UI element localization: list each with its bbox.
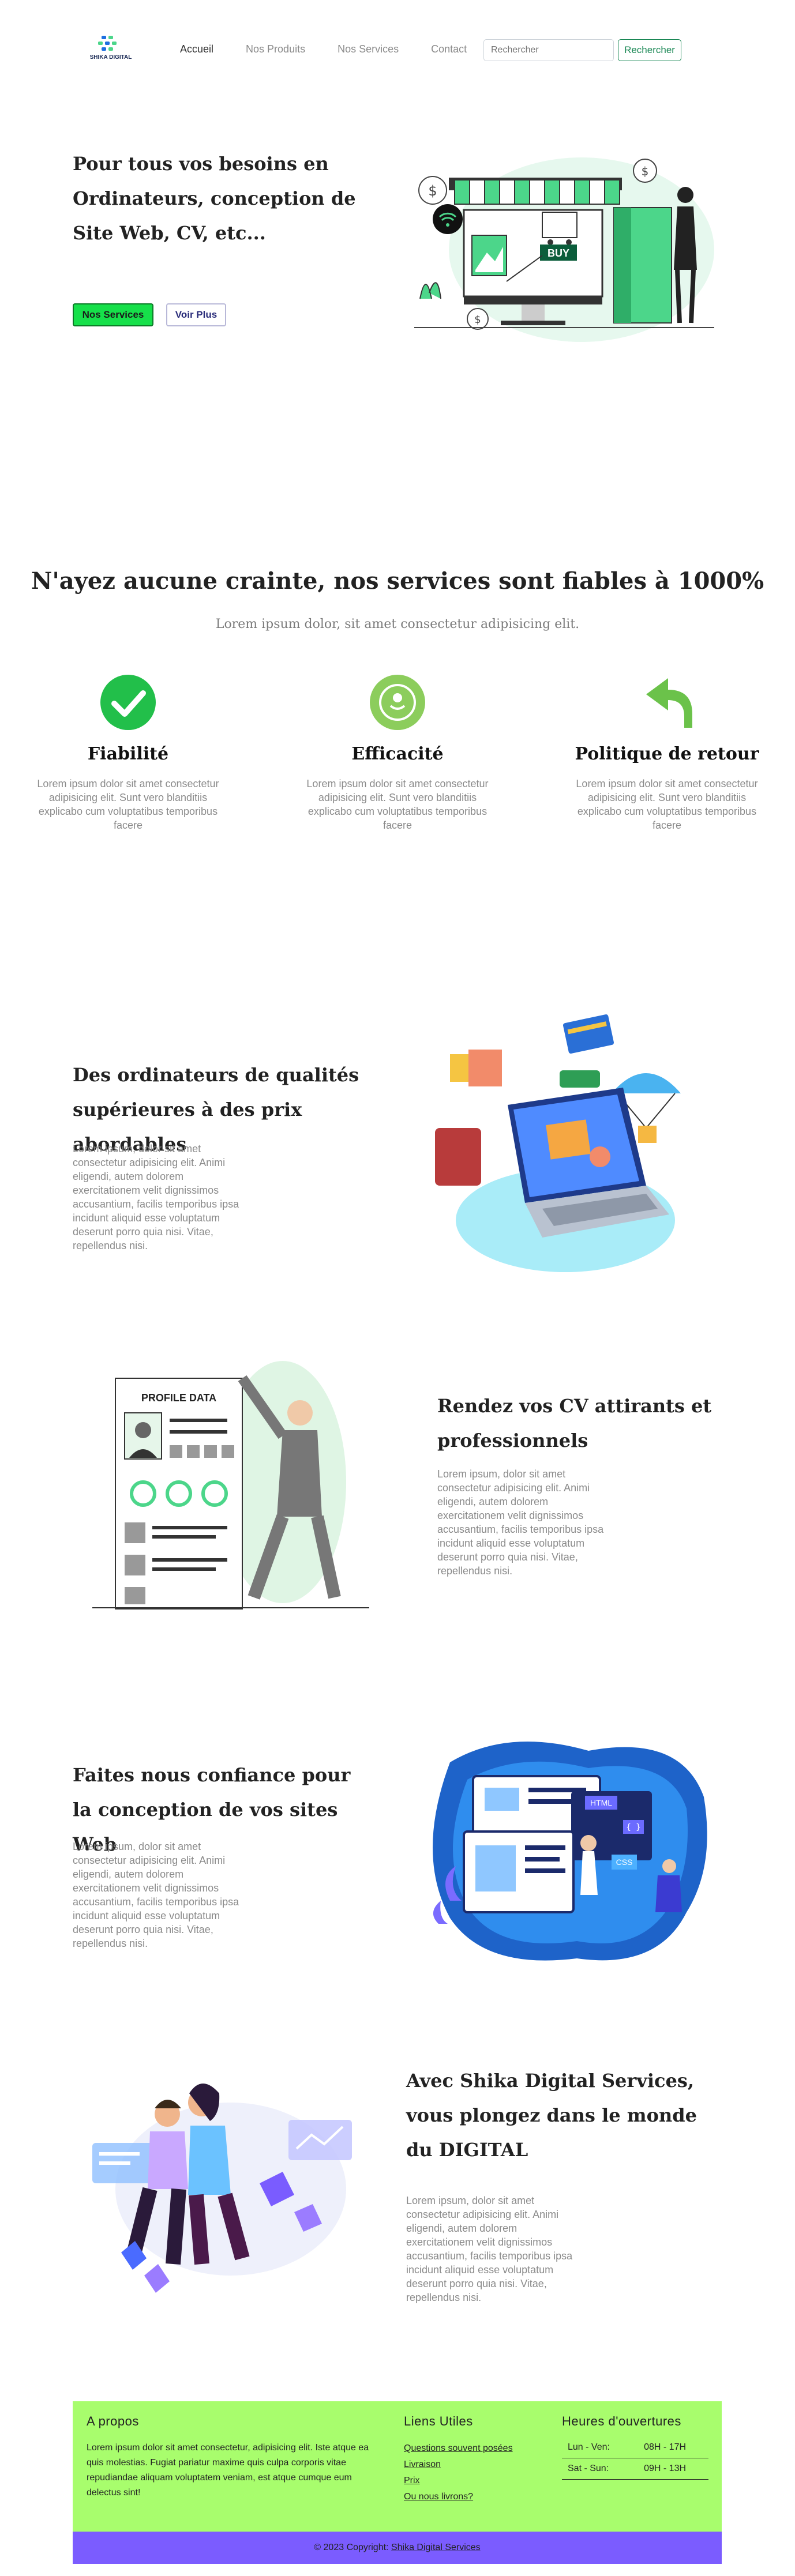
html-label: HTML: [590, 1798, 612, 1807]
table-row: Sat - Sun: 09H - 13H: [562, 2458, 708, 2480]
opening-hours-table: Lun - Ven: 08H - 17H Sat - Sun: 09H - 13…: [562, 2437, 708, 2480]
cv-profile-illustration: PROFILE DATA: [92, 1361, 369, 1609]
svg-text:$: $: [428, 183, 437, 199]
hero-shop-illustration: $ $ BUY $: [414, 157, 714, 342]
hours-day: Lun - Ven:: [562, 2437, 631, 2458]
navbar: SHIKA DIGITAL Accueil Nos Produits Nos S…: [0, 0, 795, 101]
footer-link-price[interactable]: Prix: [404, 2473, 513, 2489]
logo-text: SHIKA DIGITAL: [90, 54, 132, 61]
buy-sign: BUY: [548, 247, 569, 259]
search-input[interactable]: [483, 39, 614, 61]
section-computers-text: Lorem ipsum, dolor sit amet consectetur …: [73, 1143, 239, 1251]
footer-hours-title: Heures d'ouvertures: [562, 2414, 681, 2428]
section-cv-title: Rendez vos CV attirants et professionnel…: [437, 1395, 712, 1451]
nav-link-accueil[interactable]: Accueil: [180, 43, 213, 55]
laptop-shopping-illustration: [435, 1014, 681, 1272]
feature-efficiency: Efficacité Lorem ipsum dolor sit amet co…: [305, 674, 490, 832]
svg-text:$: $: [474, 314, 481, 326]
feature-title: Fiabilité: [87, 744, 169, 764]
feature-return-policy: Politique de retour Lorem ipsum dolor si…: [575, 674, 759, 832]
search-button[interactable]: Rechercher: [618, 39, 681, 61]
feature-text: Lorem ipsum dolor sit amet consectetur a…: [37, 778, 219, 831]
web-design-illustration: HTML { } CSS: [433, 1742, 707, 1961]
braces-label: { }: [626, 1823, 640, 1832]
feature-title: Efficacité: [351, 744, 444, 764]
footer-link-faq[interactable]: Questions souvent posées: [404, 2440, 513, 2457]
hours-time: 09H - 13H: [630, 2458, 708, 2480]
footer: A propos Lorem ipsum dolor sit amet cons…: [73, 2401, 722, 2532]
footer-link-where[interactable]: Ou nous livrons?: [404, 2489, 513, 2505]
nav-links: Accueil Nos Produits Nos Services Contac…: [180, 43, 499, 55]
feature-title: Politique de retour: [575, 744, 759, 764]
copyright-text: © 2023 Copyright:: [314, 2543, 389, 2552]
footer-links: Questions souvent posées Livraison Prix …: [404, 2440, 513, 2505]
hours-time: 08H - 17H: [630, 2437, 708, 2458]
section-digital-title: Avec Shika Digital Services, vous plonge…: [406, 2070, 697, 2161]
feature-text: Lorem ipsum dolor sit amet consectetur a…: [576, 778, 758, 831]
footer-links-title: Liens Utiles: [404, 2414, 473, 2428]
shika-digital-logo[interactable]: SHIKA DIGITAL: [87, 35, 135, 67]
css-label: CSS: [616, 1857, 633, 1867]
digital-world-illustration: [92, 2084, 352, 2293]
copyright-link[interactable]: Shika Digital Services: [391, 2543, 481, 2552]
assurance-title: N'ayez aucune crainte, nos services sont…: [31, 567, 764, 595]
return-arrow-icon: [646, 678, 692, 728]
checkmark-icon: [100, 675, 156, 730]
nav-link-produits[interactable]: Nos Produits: [246, 43, 305, 55]
svg-text:$: $: [642, 164, 649, 178]
section-digital-text: Lorem ipsum, dolor sit amet consectetur …: [406, 2195, 573, 2303]
hours-day: Sat - Sun:: [562, 2458, 631, 2480]
footer-about-title: A propos: [87, 2414, 139, 2428]
profile-data-label: PROFILE DATA: [141, 1392, 216, 1404]
feature-text: Lorem ipsum dolor sit amet consectetur a…: [306, 778, 489, 831]
feature-reliability: Fiabilité Lorem ipsum dolor sit amet con…: [36, 674, 220, 832]
assurance-subtitle: Lorem ipsum dolor, sit amet consectetur …: [215, 617, 580, 631]
footer-link-delivery[interactable]: Livraison: [404, 2457, 513, 2473]
table-row: Lun - Ven: 08H - 17H: [562, 2437, 708, 2458]
efficiency-icon: [370, 675, 425, 730]
nav-link-contact[interactable]: Contact: [431, 43, 467, 55]
footer-about-text: Lorem ipsum dolor sit amet consectetur, …: [87, 2443, 369, 2498]
section-cv-text: Lorem ipsum, dolor sit amet consectetur …: [437, 1468, 604, 1577]
our-services-button[interactable]: Nos Services: [73, 303, 153, 326]
nav-link-services[interactable]: Nos Services: [337, 43, 399, 55]
section-web-text: Lorem ipsum, dolor sit amet consectetur …: [73, 1841, 239, 1949]
copyright-bar: © 2023 Copyright: Shika Digital Services: [73, 2532, 722, 2564]
see-more-button[interactable]: Voir Plus: [166, 303, 226, 326]
hero-title: Pour tous vos besoins en Ordinateurs, co…: [73, 153, 356, 244]
